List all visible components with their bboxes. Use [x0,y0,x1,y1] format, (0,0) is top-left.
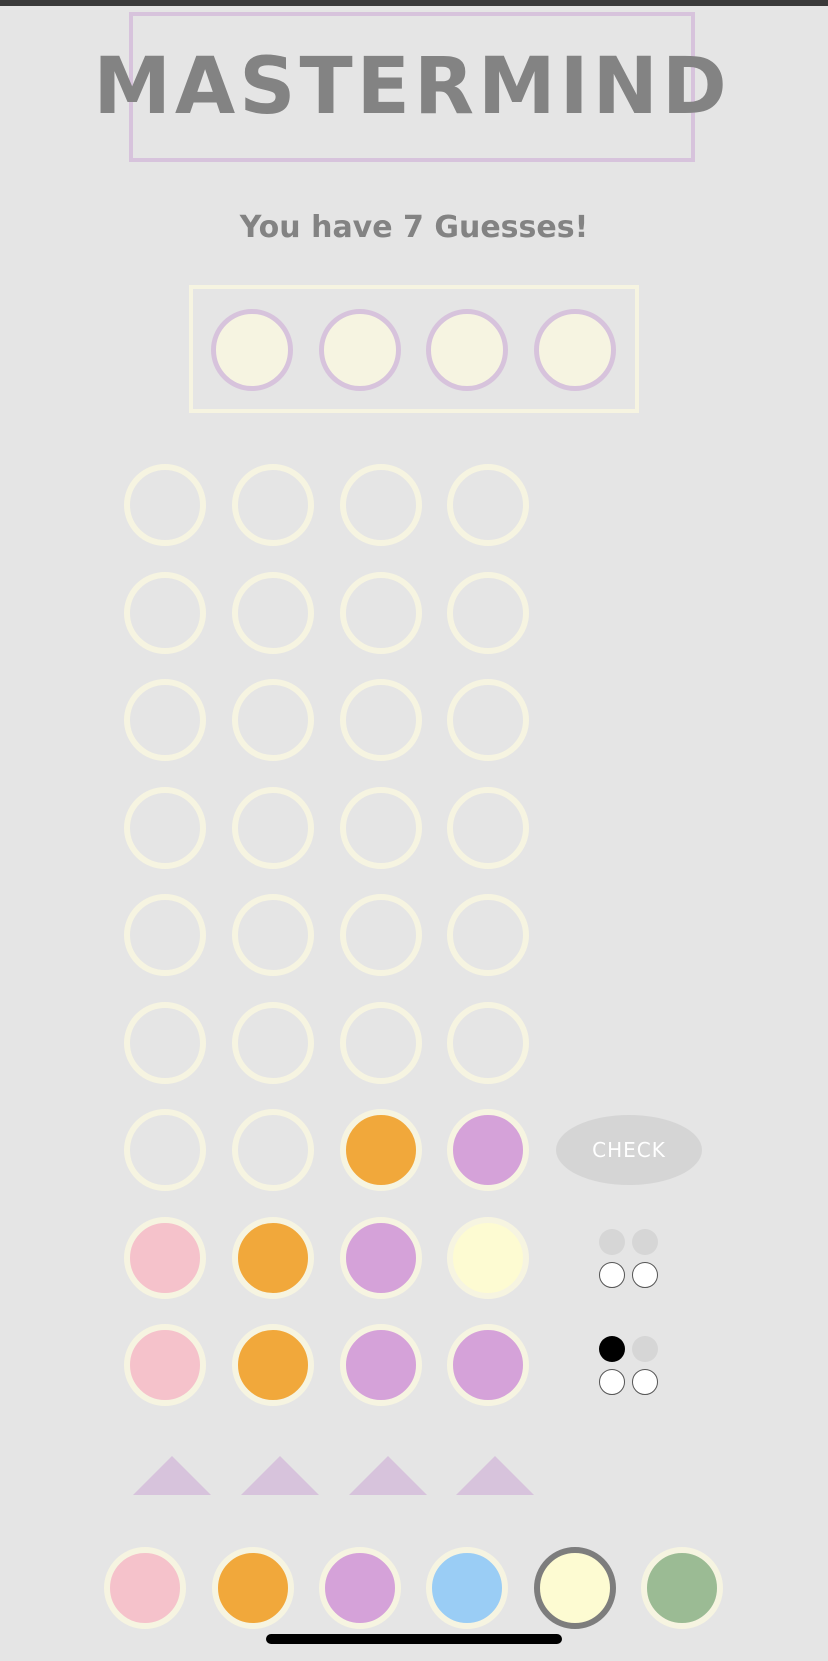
board-peg [447,1324,529,1406]
feedback-peg [599,1336,625,1362]
secret-peg [534,309,616,391]
secret-peg [426,309,508,391]
game-title: MASTERMIND [93,42,731,132]
board-peg[interactable] [340,1109,422,1191]
board-peg [124,894,206,976]
board-peg [340,1216,422,1299]
status-bar-edge [0,0,828,6]
board-peg [232,1001,314,1084]
board-peg [124,571,206,654]
check-button[interactable]: CHECK [556,1115,702,1185]
feedback-peg [632,1336,658,1362]
board-peg[interactable] [447,1109,529,1191]
board-peg [340,679,422,761]
palette-color-blue[interactable] [426,1547,508,1629]
board-peg [447,679,529,761]
board-peg [447,571,529,654]
board-peg [447,894,529,976]
column-arrow-up[interactable] [456,1456,534,1495]
feedback-peg [599,1369,625,1395]
column-arrow-up[interactable] [349,1456,427,1495]
palette-color-cream[interactable] [534,1547,616,1629]
palette-color-orange[interactable] [212,1547,294,1629]
feedback-peg [632,1369,658,1395]
palette-color-purple[interactable] [319,1547,401,1629]
board-peg [124,1001,206,1084]
board-peg [340,1324,422,1406]
board-peg [232,1324,314,1406]
home-indicator [266,1634,562,1644]
feedback-peg [599,1261,625,1288]
board-peg [232,786,314,869]
guesses-remaining: You have 7 Guesses! [239,210,589,245]
board-peg[interactable] [232,1109,314,1191]
feedback-peg [599,1228,625,1255]
title-frame: MASTERMIND [93,12,727,162]
board-peg [124,679,206,761]
board-peg [124,464,206,546]
board-peg [340,1001,422,1084]
column-arrow-up[interactable] [133,1456,211,1495]
column-arrow-up[interactable] [241,1456,319,1495]
board-peg [232,894,314,976]
palette-color-pink[interactable] [104,1547,186,1629]
board-peg [447,1216,529,1299]
secret-peg [319,309,401,391]
palette-color-green[interactable] [641,1547,723,1629]
board-peg [232,679,314,761]
board-peg [340,464,422,546]
board-peg [232,1216,314,1299]
board-peg [340,786,422,869]
board-peg [232,571,314,654]
board-peg [232,464,314,546]
secret-peg [211,309,293,391]
board-peg [124,1216,206,1299]
board-peg [124,786,206,869]
board-peg [447,464,529,546]
board-peg [124,1324,206,1406]
feedback-peg [632,1261,658,1288]
board-peg [447,786,529,869]
board-peg[interactable] [124,1109,206,1191]
board-peg [340,894,422,976]
board-peg [447,1001,529,1084]
board-peg [340,571,422,654]
feedback-peg [632,1228,658,1255]
